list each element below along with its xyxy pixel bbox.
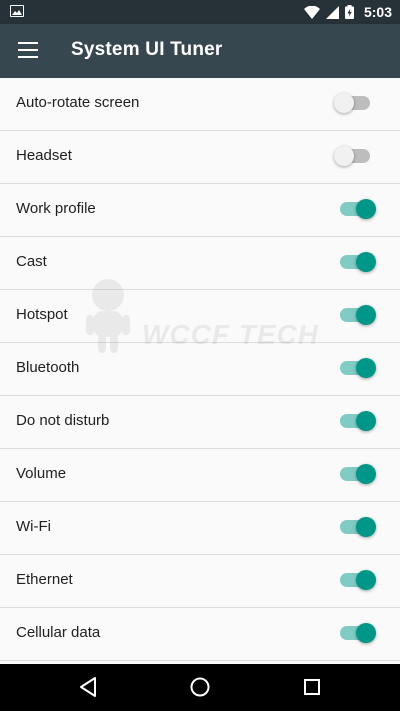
setting-label: Hotspot [16, 306, 68, 323]
clock: 5:03 [363, 4, 392, 20]
switch-thumb [334, 93, 354, 113]
switch-thumb [356, 411, 376, 431]
switch-thumb [356, 570, 376, 590]
switch-thumb [356, 252, 376, 272]
setting-label: Volume [16, 465, 67, 482]
setting-row-ethernet[interactable]: Ethernet [0, 555, 400, 608]
home-icon[interactable] [189, 676, 211, 698]
switch-thumb [356, 199, 376, 219]
setting-label: Wi-Fi [16, 518, 51, 535]
setting-row-hotspot[interactable]: Hotspot [0, 290, 400, 343]
setting-label: Ethernet [16, 571, 73, 588]
switch-thumb [334, 146, 354, 166]
toggle-switch-work-profile[interactable] [340, 199, 376, 219]
toggle-switch-bluetooth[interactable] [340, 358, 376, 378]
setting-label: Bluetooth [16, 359, 80, 376]
battery-icon [344, 5, 354, 19]
toggle-switch-cast[interactable] [340, 252, 376, 272]
switch-thumb [356, 623, 376, 643]
image-icon [10, 5, 24, 17]
status-indicators: 5:03 [303, 0, 392, 24]
cellular-signal-icon [325, 5, 339, 19]
setting-row-work-profile[interactable]: Work profile [0, 184, 400, 237]
switch-thumb [356, 305, 376, 325]
setting-row-headset[interactable]: Headset [0, 131, 400, 184]
toggle-switch-hotspot[interactable] [340, 305, 376, 325]
page-title: System UI Tuner [71, 39, 223, 60]
setting-label: Headset [16, 147, 72, 164]
toggle-switch-volume[interactable] [340, 464, 376, 484]
setting-label: Work profile [16, 200, 96, 217]
toggle-switch-cellular-data[interactable] [340, 623, 376, 643]
wifi-icon [303, 5, 320, 19]
setting-label: Cellular data [16, 624, 101, 641]
app-bar: System UI Tuner [0, 24, 400, 78]
switch-thumb [356, 464, 376, 484]
back-icon[interactable] [78, 676, 98, 698]
setting-label: Cast [16, 253, 47, 270]
toggle-switch-headset[interactable] [334, 146, 370, 166]
status-bar: 5:03 [0, 0, 400, 24]
navigation-bar [0, 664, 400, 711]
setting-row-volume[interactable]: Volume [0, 449, 400, 502]
setting-row-auto-rotate-screen[interactable]: Auto-rotate screen [0, 78, 400, 131]
menu-icon[interactable] [18, 42, 38, 58]
setting-row-do-not-disturb[interactable]: Do not disturb [0, 396, 400, 449]
settings-list: Auto-rotate screen Headset Work profile Cas… [0, 78, 400, 661]
toggle-switch-ethernet[interactable] [340, 570, 376, 590]
setting-label: Do not disturb [16, 412, 110, 429]
setting-row-cellular-data[interactable]: Cellular data [0, 608, 400, 661]
setting-row-cast[interactable]: Cast [0, 237, 400, 290]
setting-label: Auto-rotate screen [16, 94, 140, 111]
switch-thumb [356, 517, 376, 537]
toggle-switch-wi-fi[interactable] [340, 517, 376, 537]
setting-row-wi-fi[interactable]: Wi-Fi [0, 502, 400, 555]
switch-thumb [356, 358, 376, 378]
setting-row-bluetooth[interactable]: Bluetooth [0, 343, 400, 396]
recents-icon[interactable] [302, 676, 322, 698]
toggle-switch-do-not-disturb[interactable] [340, 411, 376, 431]
toggle-switch-auto-rotate-screen[interactable] [334, 93, 370, 113]
